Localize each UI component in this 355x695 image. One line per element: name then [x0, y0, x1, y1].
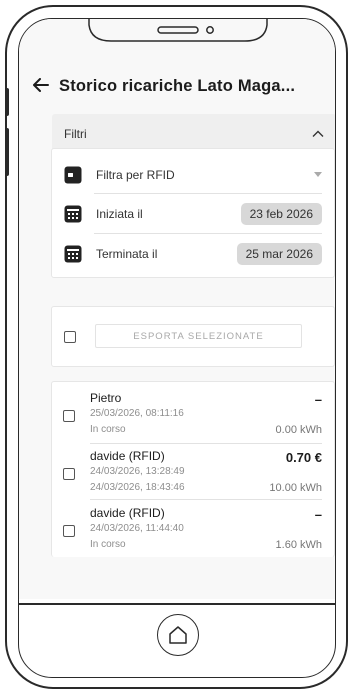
sessions-list: Pietro 25/03/2026, 08:11:16 In corso – 0…: [51, 381, 335, 557]
export-selected-button[interactable]: ESPORTA SELEZIONATE: [95, 324, 302, 348]
calendar-icon: [64, 245, 82, 263]
select-all-checkbox[interactable]: [64, 331, 76, 343]
calendar-icon: [64, 205, 82, 223]
session-user: Pietro: [90, 391, 122, 405]
session-start: 24/03/2026, 11:44:40: [90, 523, 184, 534]
row-checkbox[interactable]: [63, 525, 75, 537]
rfid-filter[interactable]: Filtra per RFID: [64, 157, 322, 193]
session-start: 25/03/2026, 08:11:16: [90, 408, 184, 419]
end-date-picker[interactable]: 25 mar 2026: [236, 243, 322, 265]
end-date-label: Terminata il: [96, 247, 158, 261]
home-icon: [169, 626, 187, 644]
export-card: ESPORTA SELEZIONATE: [51, 306, 335, 367]
caret-down-icon[interactable]: [314, 172, 322, 178]
row-checkbox[interactable]: [63, 410, 75, 422]
start-date-row: Iniziata il 23 feb 2026: [64, 196, 322, 232]
session-end: In corso: [90, 424, 126, 435]
card-icon: [64, 166, 82, 184]
rfid-filter-label: Filtra per RFID: [96, 168, 175, 182]
list-item[interactable]: Pietro 25/03/2026, 08:11:16 In corso – 0…: [52, 382, 334, 439]
session-energy: 0.00 kWh: [275, 424, 322, 436]
divider: [94, 193, 322, 194]
filters-card: Filtra per RFID Iniziata il 23 feb 2026: [51, 148, 335, 278]
start-date-picker[interactable]: 23 feb 2026: [240, 203, 322, 225]
session-user: davide (RFID): [90, 449, 165, 463]
session-start: 24/03/2026, 13:28:49: [90, 466, 185, 477]
row-checkbox[interactable]: [63, 468, 75, 480]
session-end: In corso: [90, 539, 126, 550]
session-amount: –: [314, 507, 322, 522]
home-button[interactable]: [157, 614, 199, 656]
list-item[interactable]: davide (RFID) 24/03/2026, 11:44:40 In co…: [52, 497, 334, 554]
session-end: 24/03/2026, 18:43:46: [90, 482, 185, 493]
end-date-row: Terminata il 25 mar 2026: [64, 236, 322, 272]
session-energy: 1.60 kWh: [275, 539, 322, 551]
session-amount: 0.70 €: [285, 450, 322, 465]
session-amount: –: [314, 392, 322, 407]
session-energy: 10.00 kWh: [269, 482, 322, 494]
divider: [94, 233, 322, 234]
start-date-label: Iniziata il: [96, 207, 143, 221]
list-item[interactable]: davide (RFID) 24/03/2026, 13:28:49 24/03…: [52, 440, 334, 497]
session-user: davide (RFID): [90, 506, 165, 520]
screen-bottom-edge: [19, 603, 335, 605]
